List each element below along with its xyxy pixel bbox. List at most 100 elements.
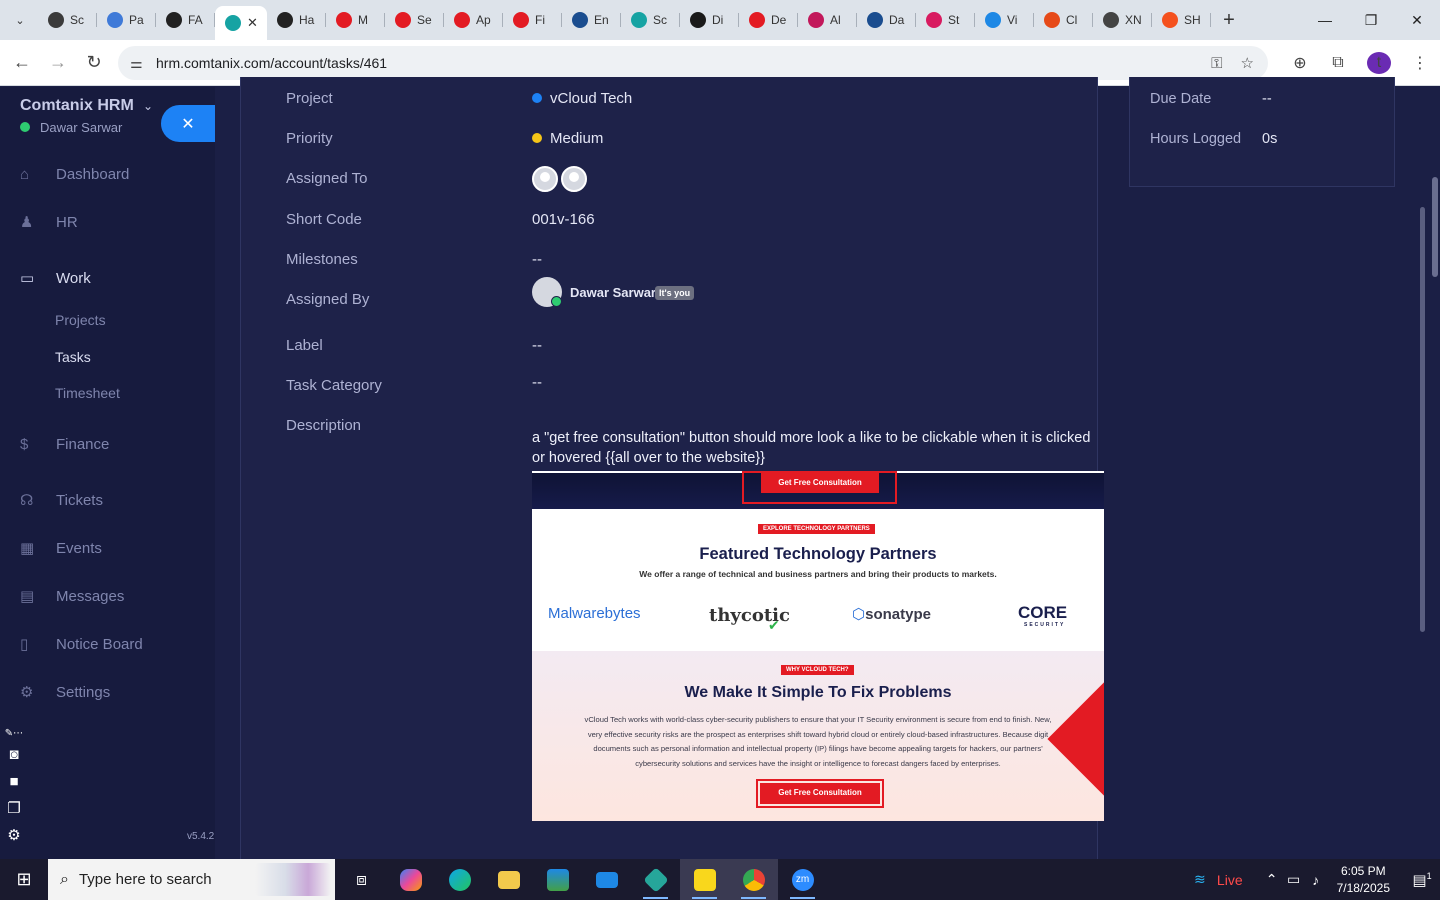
site-settings-icon[interactable]: ⚌ xyxy=(130,55,154,72)
back-arrow-icon[interactable]: ← xyxy=(4,45,40,81)
sidebar-subitem-projects[interactable]: Projects xyxy=(55,312,106,328)
assigner-avatar[interactable] xyxy=(532,277,562,307)
browser-tab[interactable]: Se xyxy=(385,4,444,36)
embedded-paragraph-line: documents such as personal information a… xyxy=(593,744,1043,754)
close-window-icon[interactable]: ✕ xyxy=(1394,0,1440,40)
main-content: Project vCloud Tech Priority Medium Assi… xyxy=(215,77,1440,859)
volume-icon[interactable]: ♪ xyxy=(1305,872,1327,888)
taskbar-search[interactable]: ⌕ Type here to search xyxy=(48,859,335,900)
bookmark-star-icon[interactable]: ☆ xyxy=(1241,54,1254,72)
sidebar-item-messages[interactable]: ▤ Messages xyxy=(0,581,215,611)
browser-tab[interactable]: De xyxy=(739,4,798,36)
browser-tab[interactable]: Sc xyxy=(38,4,97,36)
project-value[interactable]: vCloud Tech xyxy=(532,90,632,107)
live-label[interactable]: Live xyxy=(1217,872,1243,888)
mail-icon[interactable] xyxy=(582,859,631,900)
minimize-icon[interactable]: — xyxy=(1302,0,1348,40)
sidebar-item-events[interactable]: ▦ Events xyxy=(0,533,215,563)
embedded-why-section: WHY VCLOUD TECH? We Make It Simple To Fi… xyxy=(532,651,1104,821)
copilot-icon[interactable] xyxy=(386,859,435,900)
pen-icon[interactable]: ✎⋯ xyxy=(2,727,26,741)
browser-tab[interactable]: Da xyxy=(857,4,916,36)
sticky-notes-icon[interactable] xyxy=(680,859,729,900)
browser-tab[interactable]: St xyxy=(916,4,975,36)
assigner-name[interactable]: Dawar Sarwar xyxy=(570,285,656,300)
browser-tab[interactable]: Sc xyxy=(621,4,680,36)
tab-title: SH xyxy=(1184,13,1201,27)
video-icon[interactable]: ■ xyxy=(2,768,26,795)
browser-tab[interactable]: Cl xyxy=(1034,4,1093,36)
description-image[interactable]: Get Free Consultation EXPLORE TECHNOLOGY… xyxy=(532,471,1104,821)
tab-search-button[interactable]: ⌄ xyxy=(6,6,34,34)
description-text: a "get free consultation" button should … xyxy=(532,430,1091,466)
sidebar-subitem-timesheet[interactable]: Timesheet xyxy=(55,385,120,401)
browser-tab[interactable]: Pa xyxy=(97,4,156,36)
close-sidebar-button[interactable]: ✕ xyxy=(161,105,215,142)
browser-tab[interactable]: Ap xyxy=(444,4,503,36)
menu-kebab-icon[interactable]: ⋮ xyxy=(1408,53,1432,73)
tab-favicon-icon xyxy=(277,12,293,28)
assignee-avatar[interactable] xyxy=(532,166,558,192)
new-tab-button[interactable]: + xyxy=(1215,6,1243,34)
reload-icon[interactable]: ↻ xyxy=(76,45,112,81)
sidebar-item-settings[interactable]: ⚙ Settings xyxy=(0,677,215,707)
sidebar-item-finance[interactable]: $ Finance xyxy=(0,429,215,459)
browser-tab[interactable]: FA xyxy=(156,4,215,36)
zoom-icon[interactable]: zm xyxy=(778,859,827,900)
sidebar-item-work[interactable]: ▭ Work xyxy=(0,263,215,293)
translate-icon[interactable]: ⊕ xyxy=(1288,53,1312,73)
browser-tab[interactable]: ✕ xyxy=(215,6,267,40)
store-icon[interactable] xyxy=(533,859,582,900)
window-icon[interactable]: ❐ xyxy=(2,795,26,822)
headset-icon: ☊ xyxy=(20,492,34,509)
url-text[interactable]: hrm.comtanix.com/account/tasks/461 xyxy=(156,55,387,71)
camera-icon[interactable]: ◙ xyxy=(2,741,26,768)
brand-name[interactable]: Comtanix HRM xyxy=(20,97,134,115)
assignee-avatar[interactable] xyxy=(561,166,587,192)
notification-center-icon[interactable]: ▤1 xyxy=(1404,871,1440,889)
browser-tab[interactable]: Di xyxy=(680,4,739,36)
browser-tab[interactable]: Vi xyxy=(975,4,1034,36)
browser-tab[interactable]: Fi xyxy=(503,4,562,36)
chrome-icon[interactable] xyxy=(729,859,778,900)
tab-favicon-icon xyxy=(513,12,529,28)
sidebar-item-tickets[interactable]: ☊ Tickets xyxy=(0,485,215,515)
app-icon[interactable] xyxy=(631,859,680,900)
sidebar-item-label: HR xyxy=(56,213,78,231)
hours-logged-label: Hours Logged xyxy=(1150,131,1242,147)
edge-icon[interactable] xyxy=(435,859,484,900)
profile-avatar[interactable]: t xyxy=(1364,52,1394,74)
windows-start-icon[interactable]: ⊞ xyxy=(0,859,48,900)
file-explorer-icon[interactable] xyxy=(484,859,533,900)
close-tab-icon[interactable]: ✕ xyxy=(247,15,258,31)
network-icon[interactable]: ▭ xyxy=(1283,871,1305,888)
home-icon: ⌂ xyxy=(20,165,30,183)
browser-tab[interactable]: XN xyxy=(1093,4,1152,36)
browser-tab[interactable]: SH xyxy=(1152,4,1211,36)
sidebar-item-hr[interactable]: ♟ HR xyxy=(0,207,215,237)
sidebar-item-notice-board[interactable]: ▯ Notice Board xyxy=(0,629,215,659)
omnibox[interactable]: ⚌ hrm.comtanix.com/account/tasks/461 ⚿ ☆ xyxy=(118,46,1268,80)
weather-icon[interactable]: ≋ xyxy=(1189,871,1211,888)
chevron-down-icon[interactable]: ⌄ xyxy=(143,99,153,113)
browser-tab[interactable]: M xyxy=(326,4,385,36)
restore-icon[interactable]: ❐ xyxy=(1348,0,1394,40)
browser-tab[interactable]: Ha xyxy=(267,4,326,36)
sonatype-text: sonatype xyxy=(865,606,931,623)
chevron-up-icon[interactable]: ⌃ xyxy=(1261,871,1283,888)
content-scrollbar[interactable] xyxy=(1420,207,1425,632)
sidebar-item-dashboard[interactable]: ⌂ Dashboard xyxy=(0,159,215,189)
sidebar-subitem-tasks[interactable]: Tasks xyxy=(55,349,91,365)
forward-arrow-icon[interactable]: → xyxy=(40,45,76,81)
key-icon[interactable]: ⚿ xyxy=(1211,55,1222,72)
browser-tab[interactable]: En xyxy=(562,4,621,36)
priority-name: Medium xyxy=(550,130,604,147)
browser-tab[interactable]: Al xyxy=(798,4,857,36)
app-version: v5.4.2 xyxy=(187,831,215,842)
tab-favicon-icon xyxy=(690,12,706,28)
page-scrollbar[interactable] xyxy=(1432,177,1438,277)
extensions-icon[interactable]: ⧉ xyxy=(1326,54,1350,72)
task-view-icon[interactable]: ⧈ xyxy=(337,859,386,900)
gear-icon[interactable]: ⚙ xyxy=(2,822,26,849)
system-clock[interactable]: 6:05 PM 7/18/2025 xyxy=(1337,863,1390,897)
